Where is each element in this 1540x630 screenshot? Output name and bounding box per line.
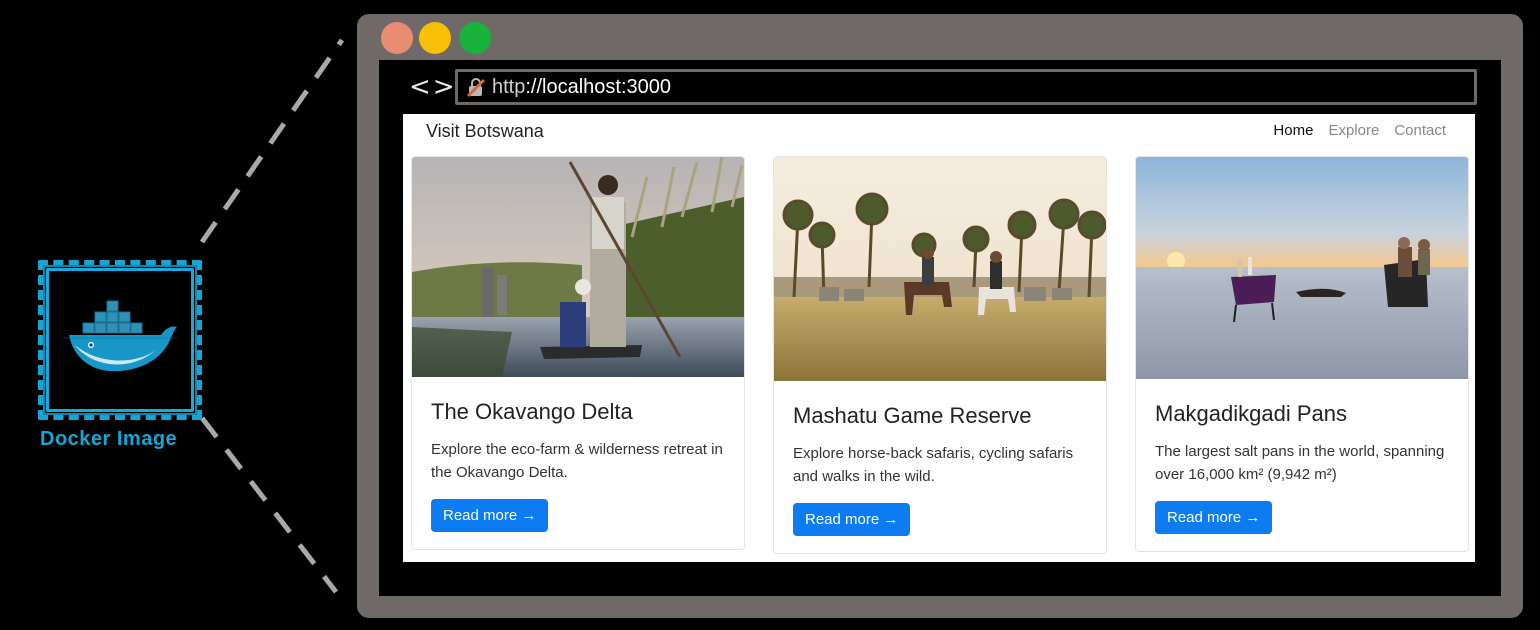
forward-icon[interactable]: > <box>433 74 455 100</box>
read-more-button[interactable]: Read more → <box>1155 501 1273 534</box>
close-window-button[interactable] <box>381 22 413 54</box>
browser-window: <> http://localhost:3000 Visit Botswana … <box>357 14 1523 618</box>
read-more-button[interactable]: Read more → <box>431 499 549 532</box>
docker-image-frame <box>38 260 202 420</box>
card-image-okavango <box>412 157 744 377</box>
docker-image-caption: Docker Image <box>40 428 178 450</box>
site-brand[interactable]: Visit Botswana <box>426 121 544 142</box>
browser-content-area: <> http://localhost:3000 Visit Botswana … <box>379 60 1501 596</box>
read-more-button[interactable]: Read more → <box>793 503 911 536</box>
card-text: Explore horse-back safaris, cycling safa… <box>793 445 1074 485</box>
back-icon[interactable]: < <box>409 74 431 100</box>
address-bar[interactable]: http://localhost:3000 <box>455 69 1477 105</box>
browser-nav: <> <box>409 74 457 100</box>
maximize-window-button[interactable] <box>459 22 491 54</box>
card-title: Mashatu Game Reserve <box>793 403 1032 428</box>
nav-explore[interactable]: Explore <box>1328 122 1379 139</box>
card-makgadikgadi: Makgadikgadi Pans The largest salt pans … <box>1135 156 1469 552</box>
url-protocol: http <box>492 75 526 98</box>
url-host: ://localhost:3000 <box>525 75 672 98</box>
insecure-lock-icon <box>466 78 486 97</box>
card-body: Mashatu Game Reserve Explore horse-back … <box>774 381 1106 536</box>
card-text: Explore the eco-farm & wilderness retrea… <box>431 441 723 481</box>
card-body: Makgadikgadi Pans The largest salt pans … <box>1136 379 1468 534</box>
url-text: http://localhost:3000 <box>492 76 671 99</box>
docker-whale-icon <box>63 300 177 372</box>
nav-home[interactable]: Home <box>1273 122 1313 139</box>
card-title: The Okavango Delta <box>431 399 633 424</box>
card-image-makgadikgadi <box>1136 157 1468 379</box>
card-title: Makgadikgadi Pans <box>1155 401 1348 426</box>
web-page: Visit Botswana Home Explore Contact The … <box>403 114 1475 562</box>
card-image-mashatu <box>774 157 1106 381</box>
card-text: The largest salt pans in the world, span… <box>1155 443 1445 483</box>
card-body: The Okavango Delta Explore the eco-farm … <box>412 377 744 532</box>
nav-contact[interactable]: Contact <box>1394 122 1446 139</box>
card-mashatu: Mashatu Game Reserve Explore horse-back … <box>773 156 1107 554</box>
minimize-window-button[interactable] <box>419 22 451 54</box>
site-nav: Home Explore Contact <box>1273 122 1446 139</box>
card-okavango: The Okavango Delta Explore the eco-farm … <box>411 156 745 550</box>
